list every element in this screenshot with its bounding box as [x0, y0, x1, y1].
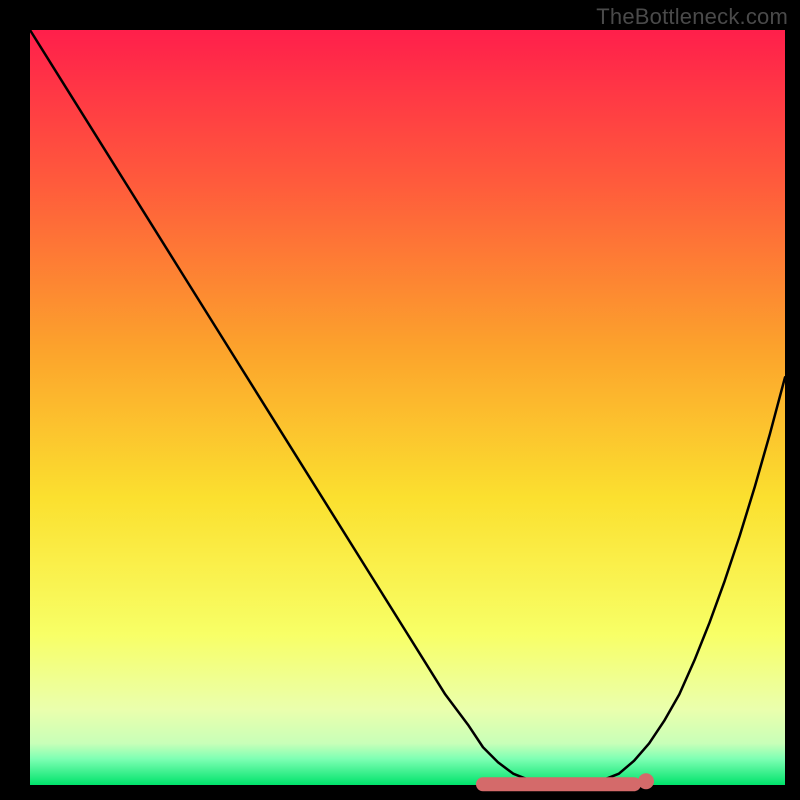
chart-frame: TheBottleneck.com — [0, 0, 800, 800]
plot-background — [30, 30, 785, 785]
chart-svg — [0, 0, 800, 800]
optimal-range-end-dot — [638, 773, 654, 789]
